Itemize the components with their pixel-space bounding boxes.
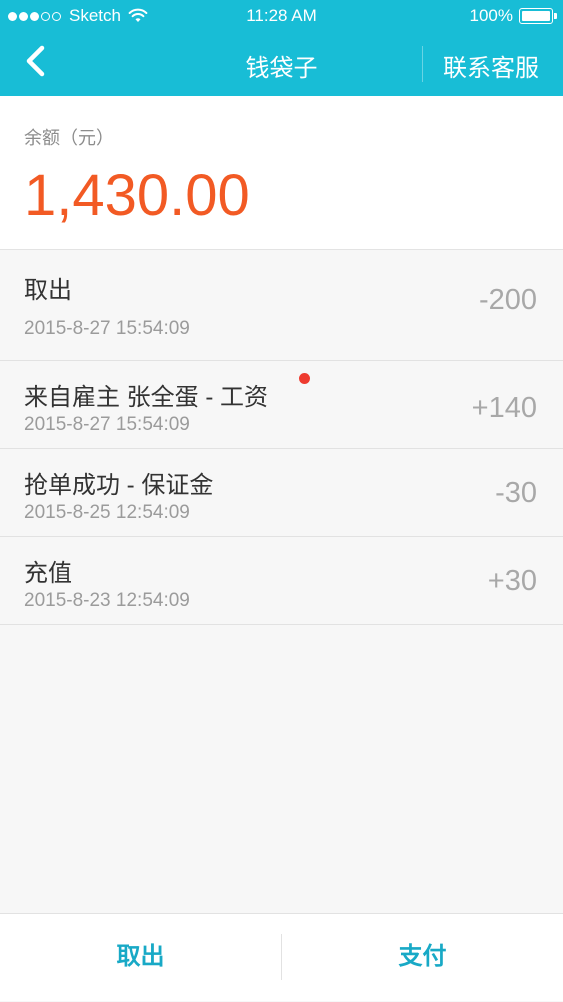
- battery-status: 100%: [469, 6, 557, 26]
- transaction-row[interactable]: 抢单成功 - 保证金 2015-8-25 12:54:09 -30: [0, 449, 563, 537]
- transaction-title: 取出: [24, 277, 72, 304]
- transaction-date: 2015-8-25 12:54:09: [24, 502, 190, 523]
- balance-panel: 余额（元） 1,430.00: [0, 96, 563, 250]
- transaction-title: 充值: [24, 560, 72, 587]
- nav-bar: 钱袋子 联系客服: [0, 32, 563, 96]
- transaction-row[interactable]: 充值 2015-8-23 12:54:09 +30: [0, 537, 563, 625]
- bottom-action-bar: 取出 支付: [0, 913, 563, 1001]
- transaction-amount: +140: [471, 392, 537, 424]
- status-bar: Sketch 11:28 AM 100%: [0, 0, 563, 32]
- unread-dot-icon: [299, 373, 310, 384]
- nav-divider: [422, 46, 423, 82]
- transaction-title: 来自雇主 张全蛋 - 工资: [24, 384, 268, 411]
- transaction-row[interactable]: 取出 2015-8-27 15:54:09 -200: [0, 250, 563, 361]
- app-header: Sketch 11:28 AM 100% 钱袋子 联系客服: [0, 0, 563, 96]
- transaction-date: 2015-8-23 12:54:09: [24, 590, 190, 611]
- pay-button[interactable]: 支付: [282, 914, 563, 1002]
- transaction-title: 抢单成功 - 保证金: [24, 472, 214, 499]
- battery-percent: 100%: [469, 6, 513, 25]
- balance-value: 1,430.00: [24, 163, 250, 228]
- transaction-amount: +30: [487, 565, 537, 597]
- transaction-row[interactable]: 来自雇主 张全蛋 - 工资 2015-8-27 15:54:09 +140: [0, 361, 563, 449]
- transaction-amount: -200: [478, 284, 537, 316]
- transaction-list: 取出 2015-8-27 15:54:09 -200 来自雇主 张全蛋 - 工资…: [0, 250, 563, 625]
- balance-label: 余额（元）: [24, 128, 114, 148]
- transaction-date: 2015-8-27 15:54:09: [24, 318, 190, 339]
- contact-service-button[interactable]: 联系客服: [443, 48, 539, 83]
- transaction-date: 2015-8-27 15:54:09: [24, 414, 190, 435]
- transaction-amount: -30: [495, 477, 537, 509]
- withdraw-button[interactable]: 取出: [0, 914, 281, 1002]
- battery-icon: [519, 8, 557, 24]
